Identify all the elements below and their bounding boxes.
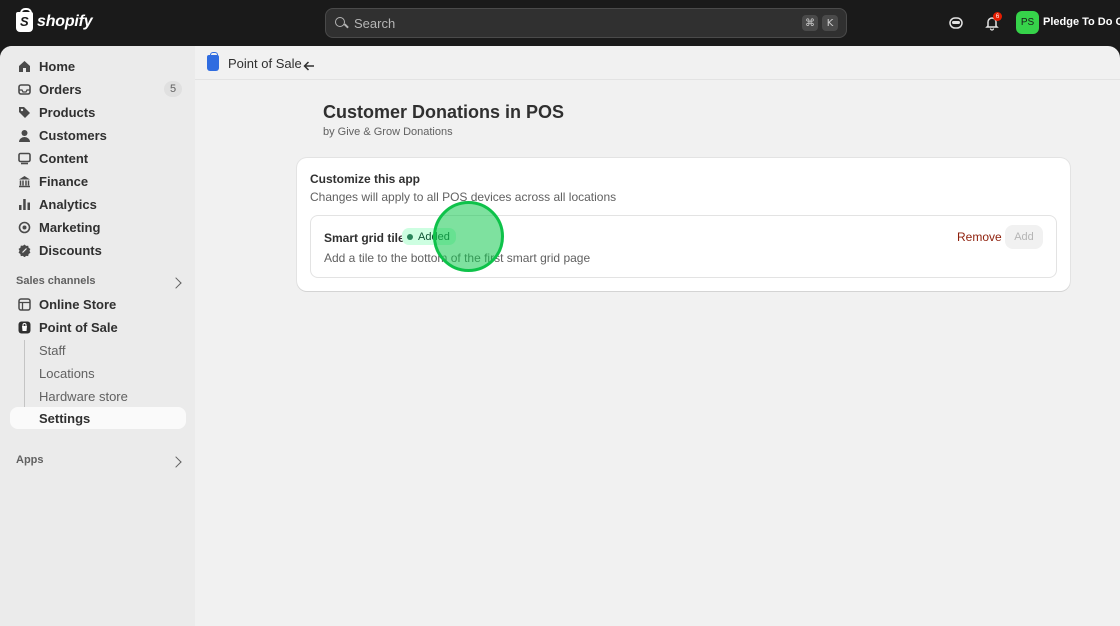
sidebar-item-discounts[interactable]: Discounts [10,239,186,261]
person-icon [19,129,30,142]
sidebar-item-orders[interactable]: Orders 5 [10,78,186,100]
shopify-bag-icon [16,8,33,32]
search-bar[interactable]: ⌘ K [325,8,847,38]
sidebar-item-analytics[interactable]: Analytics [10,193,186,215]
tile-name: Smart grid tile [324,231,405,245]
apps-chevron-right-icon[interactable] [170,456,182,468]
pos-bag-icon [207,52,219,71]
sidebar-item-point-of-sale[interactable]: Point of Sale [10,316,186,338]
pos-icon [18,321,31,333]
customize-app-card: Customize this app Changes will apply to… [297,158,1070,291]
sidebar-item-marketing[interactable]: Marketing [10,216,186,238]
avatar[interactable]: PS [1016,11,1039,34]
status-dot-icon [407,233,413,240]
app-developer: by Give & Grow Donations [323,126,453,138]
admin-frame: Home Orders 5 Products Customers Content… [0,46,1120,626]
page-title: Customer Donations in POS [323,102,565,122]
sidebar-item-products[interactable]: Products [10,101,186,123]
sidebar-item-online-store[interactable]: Online Store [10,293,186,315]
smart-grid-tile-row: Smart grid tile Added Add a tile to the … [310,215,1057,278]
sidebar-item-content[interactable]: Content [10,147,186,169]
search-icon [334,16,348,30]
bar-chart-icon [19,198,30,210]
add-button[interactable]: Add [1005,225,1043,249]
content-icon [18,152,31,164]
click-indicator [433,201,504,272]
discount-icon [18,244,31,257]
top-bar: shopify ⌘ K 6 PS Pledge To Do Go [0,0,1120,46]
sidekick-icon[interactable] [946,13,966,33]
home-icon [19,60,30,72]
header-title[interactable]: Point of Sale [228,56,302,71]
remove-button[interactable]: Remove [957,230,1002,244]
sidebar-item-staff[interactable]: Staff [10,339,186,361]
sidebar-item-finance[interactable]: Finance [10,170,186,192]
target-icon [18,221,31,233]
sales-channels-label[interactable]: Sales channels [16,275,96,287]
apps-label[interactable]: Apps [16,454,44,466]
search-input[interactable] [354,15,798,31]
notification-badge: 6 [993,12,1002,21]
sidebar-item-locations[interactable]: Locations [10,362,186,384]
sidebar-item-home[interactable]: Home [10,55,186,77]
main-header: Point of Sale [195,46,1120,80]
store-name[interactable]: Pledge To Do Go [1043,16,1120,28]
orders-icon [18,83,31,95]
bank-icon [19,175,30,187]
sidebar-item-settings[interactable]: Settings [10,407,186,429]
sidebar-item-customers[interactable]: Customers [10,124,186,146]
back-arrow-icon[interactable] [303,60,315,72]
sidebar: Home Orders 5 Products Customers Content… [0,46,195,626]
chevron-right-icon[interactable] [170,277,182,289]
sidebar-item-hardware-store[interactable]: Hardware store [10,385,186,407]
store-icon [18,297,31,311]
tag-icon [19,106,30,118]
card-title: Customize this app [310,172,421,186]
shortcut-key-k: K [822,15,838,31]
shortcut-key-cmd: ⌘ [802,15,818,31]
orders-count-badge: 5 [164,81,182,97]
shopify-logo[interactable]: shopify [16,8,93,32]
